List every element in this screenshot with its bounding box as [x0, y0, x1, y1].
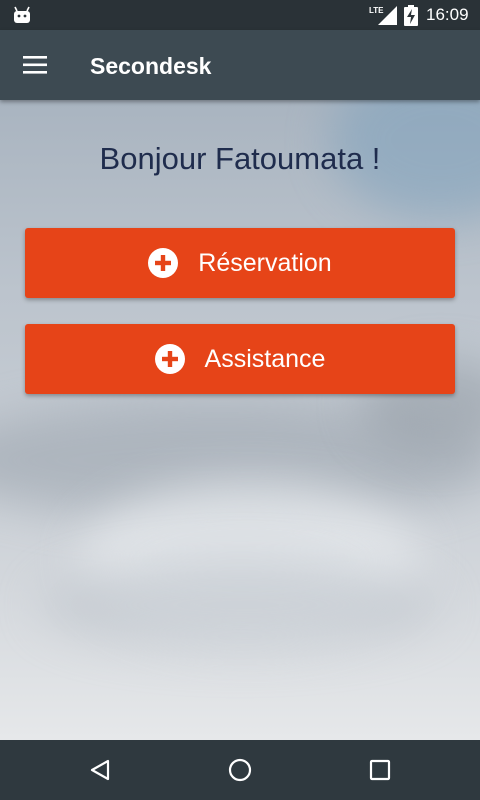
home-button[interactable] [220, 750, 260, 790]
lte-signal-icon: LTE [368, 5, 398, 25]
navigation-bar [0, 740, 480, 800]
app-title: Secondesk [90, 53, 212, 79]
background-blur [40, 560, 440, 650]
greeting-text: Bonjour Fatoumata ! [99, 141, 381, 176]
android-icon [14, 6, 30, 23]
screen: LTE 16:09 Secondesk Bonjour Fatoumata ! [0, 0, 480, 800]
reservation-label: Réservation [198, 249, 332, 277]
hamburger-menu-icon [23, 56, 47, 74]
plus-circle-icon [148, 248, 179, 278]
back-icon [90, 759, 110, 781]
back-button[interactable] [80, 750, 120, 790]
status-clock: 16:09 [426, 5, 469, 24]
app-bar: Secondesk [0, 30, 480, 100]
status-bar: LTE 16:09 [0, 0, 480, 30]
home-icon [228, 758, 252, 782]
assistance-label: Assistance [204, 345, 326, 373]
reservation-button[interactable]: Réservation [25, 228, 455, 298]
menu-button[interactable] [12, 42, 58, 88]
assistance-button[interactable]: Assistance [25, 324, 455, 394]
network-label: LTE [369, 6, 384, 15]
recent-apps-icon [369, 759, 391, 781]
battery-charging-icon [404, 5, 418, 26]
plus-circle-icon [154, 344, 185, 374]
main-content [0, 100, 480, 740]
recent-apps-button[interactable] [360, 750, 400, 790]
